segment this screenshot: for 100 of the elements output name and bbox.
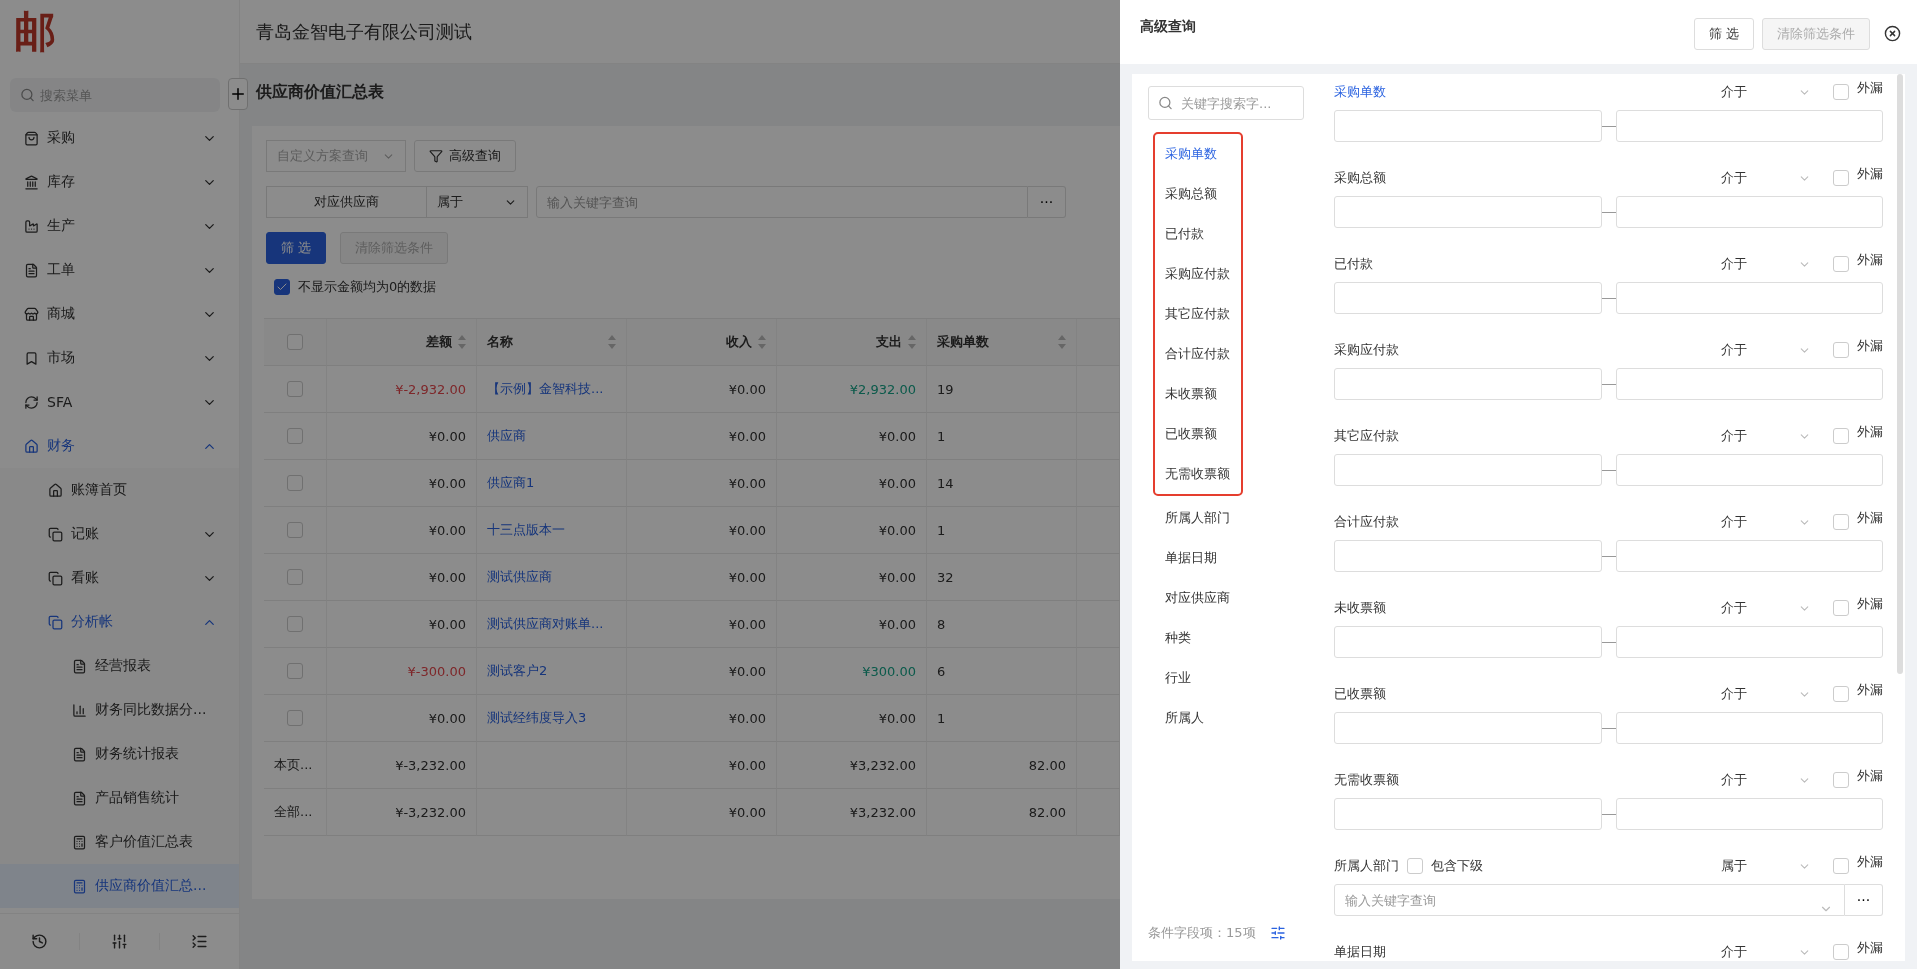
table-cell: 32	[927, 554, 1077, 601]
column-header[interactable]: 采购单数	[927, 319, 1077, 366]
table-cell: ¥0.00	[627, 366, 777, 413]
max-input[interactable]	[1615, 540, 1883, 572]
field-list-item[interactable]: 未收票额	[1155, 374, 1241, 414]
table-cell: ¥-3,232.00	[327, 742, 477, 789]
max-input[interactable]	[1615, 626, 1883, 658]
table-cell: 1	[927, 695, 1077, 742]
more-button[interactable]: ···	[1845, 884, 1883, 916]
min-input[interactable]	[1334, 626, 1602, 658]
table-link[interactable]: 供应商	[477, 413, 627, 460]
menu-icon	[24, 218, 39, 234]
sort-icon[interactable]	[458, 335, 466, 349]
add-button[interactable]	[228, 78, 248, 110]
column-header[interactable]: 名称	[477, 319, 627, 366]
table-link[interactable]: 测试供应商	[477, 554, 627, 601]
operator-select[interactable]: 介于	[1721, 513, 1811, 531]
operator-select[interactable]: 介于	[1721, 685, 1811, 703]
operator-select[interactable]: 介于	[1721, 83, 1811, 101]
sort-icon[interactable]	[908, 335, 916, 349]
table-cell: ¥0.00	[627, 460, 777, 507]
min-input[interactable]	[1334, 282, 1602, 314]
field-list-item[interactable]: 已收票额	[1155, 414, 1241, 454]
field-list-item[interactable]: 对应供应商	[1155, 578, 1241, 618]
min-input[interactable]	[1334, 368, 1602, 400]
checkbox[interactable]	[274, 279, 290, 295]
checkbox-label: 外漏	[1857, 79, 1883, 97]
sort-icon[interactable]	[758, 335, 766, 349]
min-input[interactable]	[1334, 196, 1602, 228]
table-cell: 1	[927, 413, 1077, 460]
filter-button[interactable]: 筛 选	[1693, 18, 1754, 50]
min-input[interactable]	[1334, 798, 1602, 830]
table-cell: ¥0.00	[627, 742, 777, 789]
column-header[interactable]: 收入	[627, 319, 777, 366]
max-input[interactable]	[1615, 454, 1883, 486]
column-header[interactable]: 差额	[327, 319, 477, 366]
max-input[interactable]	[1615, 798, 1883, 830]
field-list-item[interactable]: 采购应付款	[1155, 254, 1241, 294]
settings-icon[interactable]	[1269, 925, 1286, 941]
menu-icon	[24, 130, 39, 146]
operator-select[interactable]: 介于	[1721, 169, 1811, 187]
keyword-input[interactable]: 输入关键字查询	[1334, 884, 1845, 916]
check-icon	[276, 281, 288, 293]
field-list-item[interactable]: 所属人	[1155, 698, 1241, 738]
table-link[interactable]: 测试经纬度导入3	[477, 695, 627, 742]
max-input[interactable]	[1615, 110, 1883, 142]
table-cell: 14	[927, 460, 1077, 507]
max-input[interactable]	[1615, 282, 1883, 314]
table-link[interactable]: 测试客户2	[477, 648, 627, 695]
menu-icon	[72, 746, 87, 762]
column-header[interactable]: 支出	[777, 319, 927, 366]
operator-select[interactable]: 介于	[1721, 341, 1811, 359]
max-input[interactable]	[1615, 712, 1883, 744]
field-list-item[interactable]: 无需收票额	[1155, 454, 1241, 494]
min-input[interactable]	[1334, 540, 1602, 572]
operator-select[interactable]: 介于	[1721, 255, 1811, 273]
collapse-menu-icon[interactable]	[191, 933, 208, 950]
field-list-item[interactable]: 采购单数	[1155, 134, 1241, 174]
table-cell: ¥3,232.00	[777, 789, 927, 836]
field-list-item[interactable]: 所属人部门	[1155, 498, 1241, 538]
field-list-item[interactable]: 种类	[1155, 618, 1241, 658]
field-search-field[interactable]: 关键字搜索字...	[1148, 86, 1304, 120]
max-input[interactable]	[1615, 368, 1883, 400]
operator-select[interactable]: 介于	[1721, 599, 1811, 617]
operator-select[interactable]: 介于	[1721, 771, 1811, 789]
min-input[interactable]	[1334, 110, 1602, 142]
filter-button[interactable]: 筛 选	[266, 232, 327, 264]
field-list-item[interactable]: 合计应付款	[1155, 334, 1241, 374]
max-input[interactable]	[1615, 196, 1883, 228]
min-input[interactable]	[1334, 712, 1602, 744]
field-count: 条件字段项：15项	[1148, 924, 1256, 942]
advanced-query-button[interactable]: 高级查询	[414, 140, 516, 172]
operator-select[interactable]: 属于	[1721, 857, 1811, 875]
table-link[interactable]: 测试供应商对账单...	[477, 601, 627, 648]
sliders-icon[interactable]	[111, 933, 128, 950]
close-icon[interactable]	[1884, 25, 1901, 42]
field-list-item[interactable]: 采购总额	[1155, 174, 1241, 214]
field-list-item[interactable]: 单据日期	[1155, 538, 1241, 578]
table-cell: ¥0.00	[777, 507, 927, 554]
menu-icon	[72, 834, 87, 850]
table-link[interactable]: 【示例】金智科技...	[477, 366, 627, 413]
menu-icon	[24, 438, 39, 454]
table-link[interactable]: 供应商1	[477, 460, 627, 507]
field-list-item[interactable]: 其它应付款	[1155, 294, 1241, 334]
history-icon[interactable]	[31, 933, 48, 950]
nav-item[interactable]: 供应商价值汇总...	[0, 864, 239, 908]
menu-icon	[24, 174, 39, 190]
min-input[interactable]	[1334, 454, 1602, 486]
field-list-item[interactable]: 已付款	[1155, 214, 1241, 254]
checkbox-label: 外漏	[1857, 509, 1883, 527]
table-link[interactable]: 十三点版本一	[477, 507, 627, 554]
field-list-item[interactable]: 行业	[1155, 658, 1241, 698]
more-button[interactable]: ···	[1028, 186, 1066, 218]
operator-select[interactable]: 介于	[1721, 427, 1811, 445]
condition-label: 已付款	[1334, 255, 1373, 273]
checkbox-label: 外漏	[1857, 251, 1883, 269]
sort-icon[interactable]	[608, 335, 616, 349]
operator-select[interactable]: 介于	[1721, 943, 1811, 961]
table-cell: ¥3,232.00	[777, 742, 927, 789]
sort-icon[interactable]	[1058, 335, 1066, 349]
